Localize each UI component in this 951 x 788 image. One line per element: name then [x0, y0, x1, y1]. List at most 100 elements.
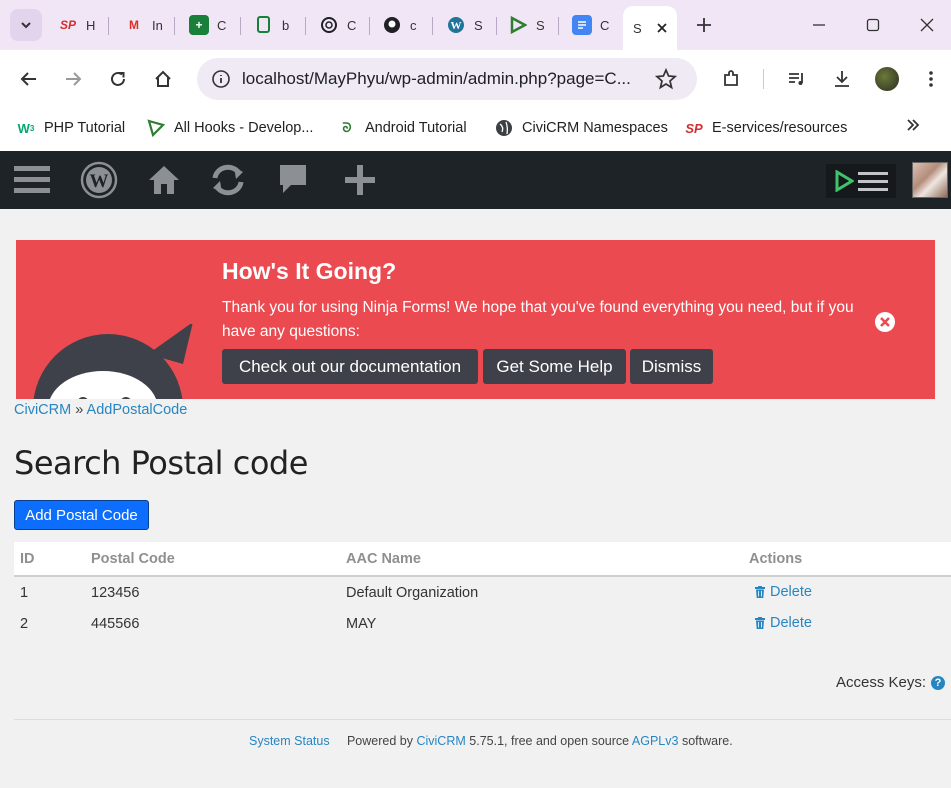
- column-header-postal-code[interactable]: Postal Code: [91, 542, 346, 577]
- dismiss-button[interactable]: Dismiss: [630, 349, 713, 384]
- browser-tab[interactable]: S: [502, 9, 545, 41]
- sp-logo-icon: SP: [59, 18, 76, 32]
- url-text[interactable]: localhost/MayPhyu/wp-admin/admin.php?pag…: [242, 69, 631, 89]
- column-header-id[interactable]: ID: [14, 542, 91, 577]
- get-help-button[interactable]: Get Some Help: [483, 349, 626, 384]
- civicrm-link[interactable]: CiviCRM: [416, 734, 465, 748]
- minimize-button[interactable]: [807, 13, 831, 37]
- civicrm-footer: System Status Powered by CiviCRM 5.75.1,…: [249, 734, 733, 748]
- help-question-icon[interactable]: ?: [931, 675, 946, 690]
- window-close-button[interactable]: [915, 13, 939, 37]
- close-icon: [920, 18, 934, 32]
- bookmark-star-icon[interactable]: [655, 68, 677, 90]
- notice-message: Thank you for using Ninja Forms! We hope…: [222, 299, 854, 340]
- minimize-icon: [813, 24, 825, 26]
- puzzle-icon: [724, 70, 738, 86]
- wordpress-menu-button[interactable]: W: [79, 160, 119, 200]
- table-header-row: ID Postal Code AAC Name Actions: [14, 542, 951, 577]
- bookmark-all-hooks[interactable]: All Hooks - Develop...: [146, 118, 313, 138]
- bookmark-php-tutorial[interactable]: W3 PHP Tutorial: [16, 118, 126, 138]
- cell-aac-name: Default Organization: [346, 584, 479, 601]
- reload-icon: [111, 71, 125, 86]
- browser-tab[interactable]: SP H: [52, 9, 95, 41]
- updates-button[interactable]: [208, 160, 248, 200]
- docs-icon: [572, 15, 592, 35]
- playlist-icon: [789, 73, 803, 85]
- breadcrumb-separator: »: [75, 402, 84, 418]
- maximize-icon: [866, 18, 880, 32]
- new-tab-button[interactable]: [692, 13, 716, 37]
- bookmark-android-tutorial[interactable]: ᘐ Android Tutorial: [337, 118, 466, 138]
- browser-tab[interactable]: b: [248, 9, 289, 41]
- browser-toolbar: localhost/MayPhyu/wp-admin/admin.php?pag…: [0, 50, 951, 108]
- breadcrumb-civicrm-link[interactable]: CiviCRM: [14, 402, 71, 418]
- browser-tab-active[interactable]: S: [623, 6, 677, 50]
- svg-text:W: W: [90, 171, 109, 192]
- bookmarks-bar: W3 PHP Tutorial All Hooks - Develop... ᘐ…: [0, 108, 951, 151]
- sp-logo-icon: SP: [685, 120, 703, 136]
- back-button[interactable]: [15, 65, 43, 93]
- close-icon[interactable]: [656, 22, 668, 34]
- access-keys: Access Keys: ?: [836, 674, 946, 691]
- wordpress-icon: W: [446, 15, 466, 35]
- browser-menu-button[interactable]: [917, 65, 945, 93]
- bookmark-e-services[interactable]: SP E-services/resources: [684, 118, 847, 138]
- ninja-menu-button[interactable]: [826, 164, 896, 198]
- browser-tab[interactable]: + C: [183, 9, 226, 41]
- add-postal-code-button[interactable]: Add Postal Code: [14, 500, 149, 530]
- comment-icon: [280, 165, 306, 193]
- bookmarks-overflow-button[interactable]: [906, 118, 920, 132]
- home-button[interactable]: [149, 65, 177, 93]
- download-icon: [835, 71, 849, 87]
- trash-icon: [755, 585, 765, 598]
- cell-postal-code: 123456: [91, 584, 140, 601]
- agpl-license-link[interactable]: AGPLv3: [632, 734, 679, 748]
- cell-id: 2: [20, 616, 29, 632]
- cell-aac-name: MAY: [346, 616, 377, 632]
- profile-avatar-button[interactable]: [873, 65, 901, 93]
- close-circle-icon[interactable]: [874, 311, 896, 333]
- address-bar[interactable]: localhost/MayPhyu/wp-admin/admin.php?pag…: [197, 58, 697, 100]
- comments-button[interactable]: [273, 160, 313, 200]
- site-info-icon[interactable]: [211, 69, 231, 89]
- tab-search-button[interactable]: [10, 9, 42, 41]
- bookmark-civicrm-namespaces[interactable]: CiviCRM Namespaces: [494, 118, 668, 138]
- extensions-button[interactable]: [717, 65, 745, 93]
- site-home-button[interactable]: [144, 160, 184, 200]
- forward-button[interactable]: [59, 65, 87, 93]
- ninja-forms-notice: How's It Going? Thank you for using Ninj…: [16, 240, 935, 399]
- reload-button[interactable]: [104, 65, 132, 93]
- w3schools-icon: W3: [17, 120, 35, 136]
- browser-tab[interactable]: W S: [440, 9, 483, 41]
- browser-tab[interactable]: C: [313, 9, 356, 41]
- browser-tab[interactable]: c: [376, 9, 417, 41]
- browser-tab[interactable]: M In: [118, 9, 163, 41]
- hamburger-icon: [14, 166, 50, 193]
- documentation-button[interactable]: Check out our documentation: [222, 349, 478, 384]
- chevron-down-icon: [21, 22, 31, 29]
- triangle-logo-icon: [508, 15, 528, 35]
- delete-link[interactable]: Delete: [749, 584, 812, 600]
- double-chevron-right-icon: [907, 119, 920, 131]
- column-header-aac-name[interactable]: AAC Name: [346, 542, 749, 577]
- media-controls-button[interactable]: [783, 65, 811, 93]
- ninja-mascot-icon: [33, 324, 193, 399]
- browser-tab[interactable]: C: [566, 9, 609, 41]
- user-avatar[interactable]: [912, 162, 948, 198]
- page-title: Search Postal code: [14, 444, 308, 482]
- svg-text:W: W: [451, 20, 462, 32]
- breadcrumb-addpostalcode-link[interactable]: AddPostalCode: [87, 402, 188, 418]
- downloads-button[interactable]: [828, 65, 856, 93]
- triangle-logo-icon: [835, 170, 854, 192]
- android-icon: ᘐ: [342, 120, 352, 135]
- maximize-button[interactable]: [861, 13, 885, 37]
- column-header-actions: Actions: [749, 542, 951, 577]
- notice-title: How's It Going?: [222, 258, 397, 284]
- menu-toggle-button[interactable]: [12, 160, 52, 200]
- globe-icon: [494, 118, 514, 138]
- table-row: 2 445566 MAY Delete: [14, 608, 951, 640]
- cell-id: 1: [20, 584, 29, 601]
- system-status-link[interactable]: System Status: [249, 734, 330, 748]
- new-content-button[interactable]: [340, 160, 380, 200]
- delete-link[interactable]: Delete: [749, 615, 812, 631]
